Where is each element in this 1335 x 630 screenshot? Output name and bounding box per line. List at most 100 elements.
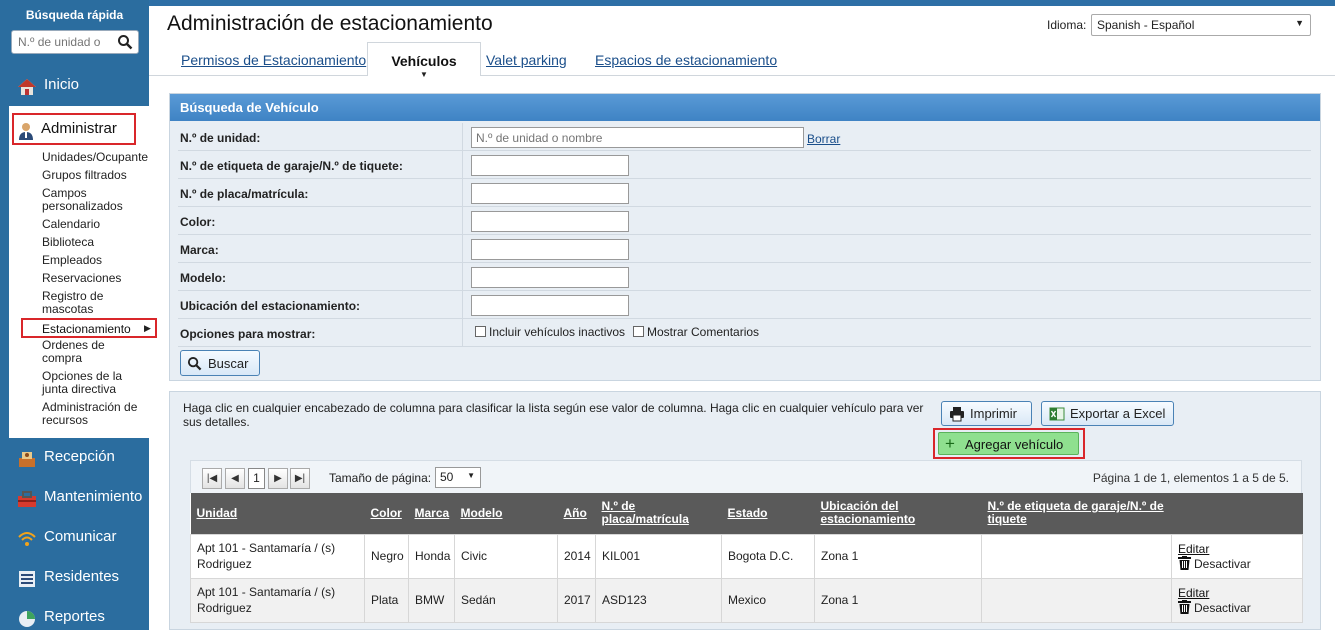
nav-residentes[interactable]: Residentes [0, 560, 149, 594]
garage-tag-input[interactable] [471, 155, 629, 176]
field-label-marca: Marca: [180, 243, 219, 257]
submenu-item-estacionamiento[interactable]: Estacionamiento ▶ [21, 318, 157, 338]
nav-mantenimiento[interactable]: Mantenimiento [0, 480, 149, 514]
submenu-item-empleados[interactable]: Empleados [42, 254, 152, 267]
submenu-item-junta[interactable]: Opciones de la junta directiva [42, 370, 132, 396]
show-comments-label: Mostrar Comentarios [647, 325, 760, 339]
tab-valet[interactable]: Valet parking [486, 52, 567, 68]
col-header-marca[interactable]: Marca [408, 493, 455, 534]
toolbox-icon [17, 489, 37, 509]
cell-marca: BMW [408, 577, 455, 623]
results-panel: Haga clic en cualquier encabezado de col… [169, 391, 1321, 630]
nav-reportes[interactable]: Reportes [0, 600, 149, 630]
nav-recepcion[interactable]: Recepción [0, 440, 149, 474]
checkbox-box[interactable] [633, 326, 644, 337]
vehicles-table: Unidad Color Marca Modelo Año N.º de pla… [190, 493, 1303, 623]
last-page-icon[interactable]: ▶| [290, 468, 310, 489]
excel-icon [1049, 406, 1065, 425]
submenu-item-mascotas[interactable]: Registro de mascotas [42, 290, 132, 316]
submenu-item-grupos[interactable]: Grupos filtrados [42, 169, 152, 182]
edit-link[interactable]: Editar [1178, 542, 1296, 556]
col-header-placa[interactable]: N.º de placa/matrícula [595, 493, 722, 534]
submenu-item-reservaciones[interactable]: Reservaciones [42, 272, 152, 285]
col-header-estado[interactable]: Estado [721, 493, 815, 534]
next-page-icon[interactable]: ▶ [268, 468, 288, 489]
language-select[interactable]: Spanish - Español ▼ [1091, 14, 1311, 36]
page-size-select[interactable]: 50 ▼ [435, 467, 481, 488]
cell-anio: 2017 [557, 577, 596, 623]
quick-search-box [11, 30, 139, 54]
nav-reportes-label: Reportes [44, 608, 105, 625]
print-button[interactable]: Imprimir [941, 401, 1032, 426]
make-input[interactable] [471, 239, 629, 260]
nav-comunicar[interactable]: Comunicar [0, 520, 149, 554]
table-row[interactable]: Apt 101 - Santamaría / (s) Rodriguez Neg… [190, 533, 1303, 579]
cell-color: Negro [364, 533, 409, 579]
add-vehicle-button[interactable]: + Agregar vehículo [938, 432, 1079, 455]
export-excel-button[interactable]: Exportar a Excel [1041, 401, 1174, 426]
include-inactive-checkbox[interactable]: Incluir vehículos inactivos [475, 325, 625, 339]
clear-link[interactable]: Borrar [807, 132, 840, 146]
color-input[interactable] [471, 211, 629, 232]
tab-permisos[interactable]: Permisos de Estacionamiento [181, 52, 366, 68]
reception-desk-icon [17, 449, 37, 469]
quick-search-input[interactable] [18, 31, 114, 53]
col-header-ubicacion[interactable]: Ubicación del estacionamiento [814, 493, 982, 534]
add-vehicle-label: Agregar vehículo [965, 437, 1064, 452]
field-label-opciones: Opciones para mostrar: [180, 327, 316, 341]
deactivate-label: Desactivar [1194, 600, 1251, 615]
field-row-ubicacion: Ubicación del estacionamiento: [178, 291, 1311, 319]
field-label-modelo: Modelo: [180, 271, 226, 285]
tab-espacios[interactable]: Espacios de estacionamiento [595, 52, 777, 68]
page-size-value: 50 [440, 470, 454, 484]
col-header-etiqueta[interactable]: N.º de etiqueta de garaje/N.º de tiquete [981, 493, 1172, 534]
unit-search-input[interactable] [471, 127, 804, 148]
tab-vehiculos-label: Vehículos [391, 53, 457, 69]
page-info: Página 1 de 1, elementos 1 a 5 de 5. [1092, 471, 1289, 485]
submenu-item-campos[interactable]: Campos personalizados [42, 187, 152, 213]
tab-vehiculos[interactable]: Vehículos ▼ [367, 42, 481, 79]
export-excel-label: Exportar a Excel [1070, 406, 1166, 421]
submenu-item-ordenes[interactable]: Ordenes de compra [42, 339, 132, 365]
nav-administrar[interactable]: Administrar [12, 113, 136, 145]
field-label-ubicacion: Ubicación del estacionamiento: [180, 299, 361, 313]
model-input[interactable] [471, 267, 629, 288]
field-label-color: Color: [180, 215, 216, 229]
search-button[interactable]: Buscar [180, 350, 260, 376]
field-row-modelo: Modelo: [178, 263, 1311, 291]
deactivate-action[interactable]: Desactivar [1178, 555, 1296, 571]
search-icon[interactable] [117, 34, 133, 53]
nav-inicio[interactable]: Inicio [0, 68, 149, 102]
col-header-modelo[interactable]: Modelo [454, 493, 558, 534]
submenu-item-biblioteca[interactable]: Biblioteca [42, 236, 152, 249]
language-label: Idioma: [1047, 18, 1087, 32]
col-header-anio[interactable]: Año [557, 493, 596, 534]
submenu-item-calendario[interactable]: Calendario [42, 218, 152, 231]
prev-page-icon[interactable]: ◀ [225, 468, 245, 489]
show-comments-checkbox[interactable]: Mostrar Comentarios [633, 325, 759, 339]
checkbox-box[interactable] [475, 326, 486, 337]
deactivate-action[interactable]: Desactivar [1178, 599, 1296, 615]
table-row[interactable]: Apt 101 - Santamaría / (s) Rodriguez Pla… [190, 577, 1303, 623]
cell-ubicacion: Zona 1 [814, 533, 982, 579]
col-header-color[interactable]: Color [364, 493, 409, 534]
col-header-unidad[interactable]: Unidad [190, 493, 365, 534]
language-value: Spanish - Español [1097, 18, 1195, 32]
nav-residentes-label: Residentes [44, 568, 120, 585]
page-size-label: Tamaño de página: [329, 471, 432, 485]
tab-divider [149, 75, 1335, 76]
nav-recepcion-label: Recepción [44, 448, 115, 465]
cell-unidad: Apt 101 - Santamaría / (s) Rodriguez [190, 577, 365, 623]
page-title: Administración de estacionamiento [167, 12, 493, 35]
submenu-item-recursos[interactable]: Administración de recursos [42, 401, 142, 427]
first-page-icon[interactable]: |◀ [202, 468, 222, 489]
edit-link[interactable]: Editar [1178, 586, 1296, 600]
submenu-item-unidades[interactable]: Unidades/Ocupante [42, 151, 152, 164]
plate-input[interactable] [471, 183, 629, 204]
field-row-etiqueta: N.º de etiqueta de garaje/N.º de tiquete… [178, 151, 1311, 179]
cell-actions: Editar Desactivar [1171, 533, 1303, 579]
current-page[interactable]: 1 [248, 468, 265, 489]
cell-modelo: Sedán [454, 577, 558, 623]
search-panel-title: Búsqueda de Vehículo [170, 94, 1320, 121]
parking-location-input[interactable] [471, 295, 629, 316]
